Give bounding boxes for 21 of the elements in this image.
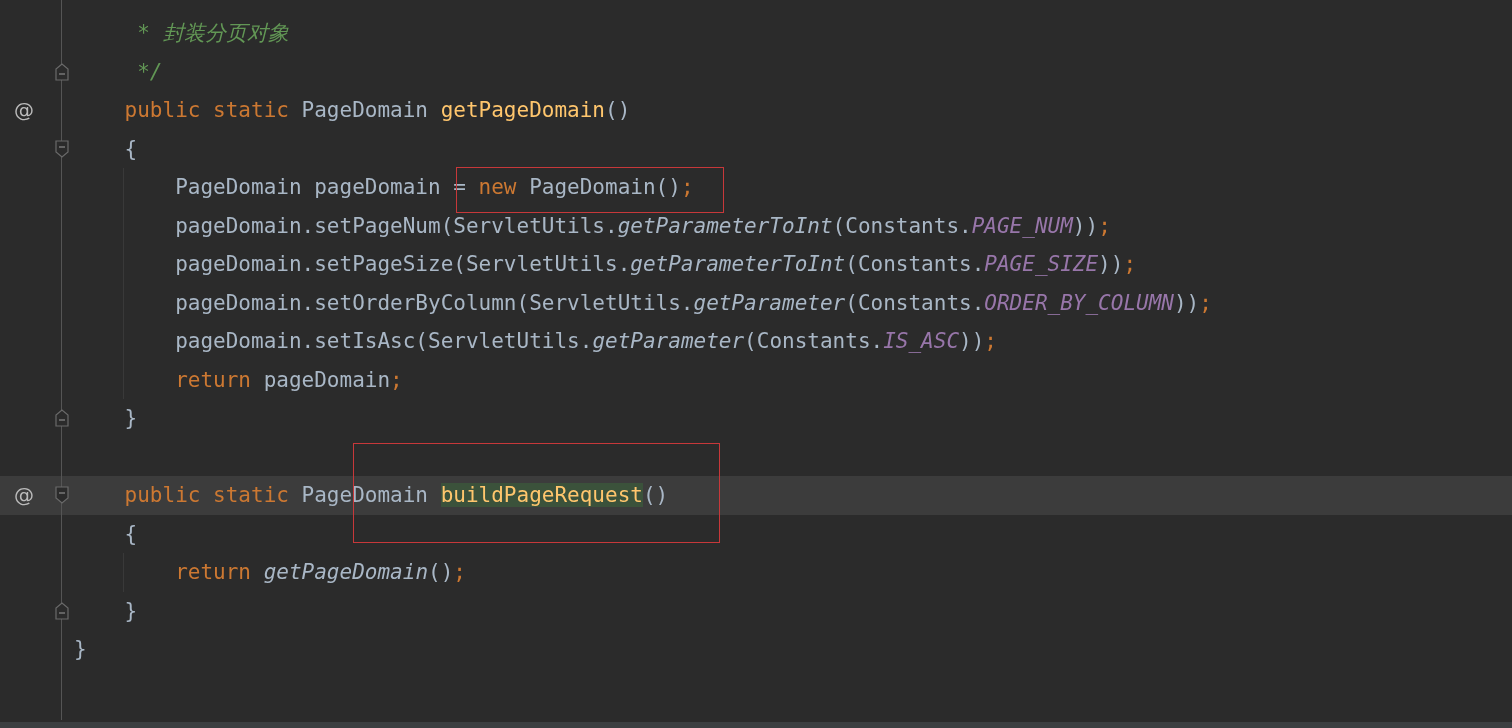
fold-icon[interactable]	[55, 486, 69, 505]
code-line: pageDomain.setIsAsc(ServletUtils.getParameter(Constants.IS_ASC));	[174, 329, 997, 354]
code-line: pageDomain.setPageNum(ServletUtils.getParameterToInt(Constants.PAGE_NUM));	[174, 213, 1111, 238]
override-marker[interactable]: @	[14, 98, 34, 123]
code-line: }	[74, 637, 87, 662]
code-line: pageDomain.setOrderByColumn(ServletUtils.getParameter(Constants.ORDER_BY_COLUMN));	[174, 290, 1212, 315]
code-line: */	[136, 59, 163, 84]
code-line: * 封装分页对象	[136, 20, 289, 48]
unfold-icon[interactable]	[55, 62, 69, 81]
code-line: return pageDomain;	[174, 367, 403, 392]
code-line: {	[123, 136, 138, 161]
code-line: {	[123, 521, 138, 546]
code-line: public static PageDomain getPageDomain()	[123, 98, 631, 123]
override-marker[interactable]: @	[14, 483, 34, 508]
unfold-icon[interactable]	[55, 409, 69, 428]
code-line: pageDomain.setPageSize(ServletUtils.getParameterToInt(Constants.PAGE_SIZE));	[174, 252, 1137, 277]
code-line: }	[123, 406, 138, 431]
unfold-icon[interactable]	[55, 601, 69, 620]
fold-icon[interactable]	[55, 139, 69, 158]
code-line: return getPageDomain();	[174, 560, 466, 585]
code-line: }	[123, 598, 138, 623]
